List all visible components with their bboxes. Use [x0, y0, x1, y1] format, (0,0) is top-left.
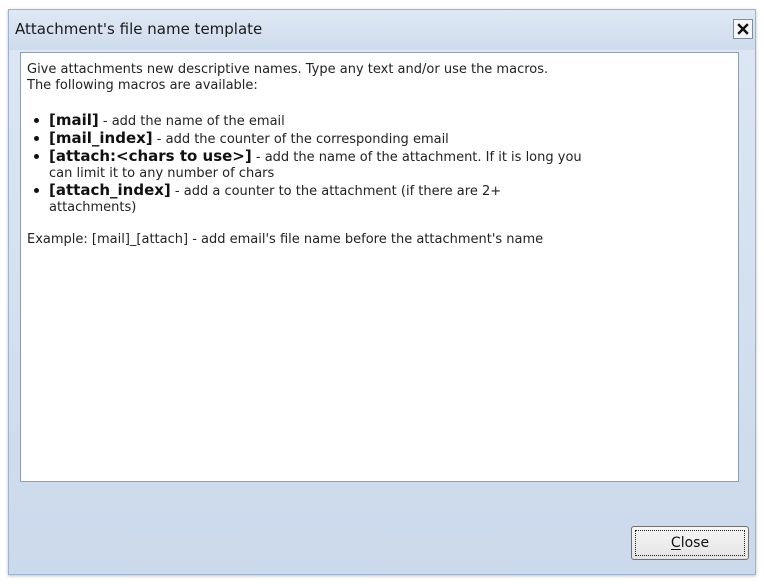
- macro-name: [mail]: [49, 111, 99, 129]
- macro-description-continued: can limit it to any number of chars: [49, 166, 275, 181]
- macro-list: [mail] - add the name of the email [mail…: [27, 112, 738, 216]
- bullet-icon: [34, 188, 39, 193]
- help-text-panel: Give attachments new descriptive names. …: [20, 52, 739, 482]
- macro-description: - add the name of the attachment. If it …: [251, 150, 582, 165]
- macro-description-continued: attachments): [49, 200, 137, 215]
- macro-item-mail: [mail] - add the name of the email: [34, 111, 738, 130]
- macro-name: [mail_index]: [49, 129, 153, 147]
- close-button-label: lose: [680, 535, 710, 551]
- intro-text-line-2: The following macros are available:: [27, 78, 258, 93]
- macro-name: [attach_index]: [49, 181, 171, 199]
- macro-description: - add the name of the email: [98, 114, 285, 129]
- dialog-window: Attachment's file name template Give att…: [8, 9, 756, 575]
- dialog-footer: Close: [9, 482, 755, 574]
- close-button-mnemonic: C: [670, 535, 681, 551]
- macro-description: - add a counter to the attachment (if th…: [170, 184, 502, 199]
- close-button[interactable]: Close: [631, 526, 749, 560]
- bullet-icon: [34, 118, 39, 123]
- title-bar: Attachment's file name template: [9, 10, 755, 50]
- bullet-icon: [34, 136, 39, 141]
- bullet-icon: [34, 154, 39, 159]
- intro-text-line-1: Give attachments new descriptive names. …: [27, 62, 549, 77]
- title-close-button[interactable]: [733, 19, 753, 39]
- macro-item-mail-index: [mail_index] - add the counter of the co…: [34, 129, 738, 148]
- macro-item-attach: [attach:<chars to use>] - add the name o…: [34, 147, 738, 182]
- macro-item-attach-index: [attach_index] - add a counter to the at…: [34, 181, 738, 216]
- example-text: Example: [mail]_[attach] - add email's f…: [27, 232, 544, 247]
- dialog-title: Attachment's file name template: [15, 20, 263, 38]
- macro-description: - add the counter of the corresponding e…: [152, 132, 449, 147]
- close-icon: [737, 23, 749, 35]
- macro-name: [attach:<chars to use>]: [49, 147, 252, 165]
